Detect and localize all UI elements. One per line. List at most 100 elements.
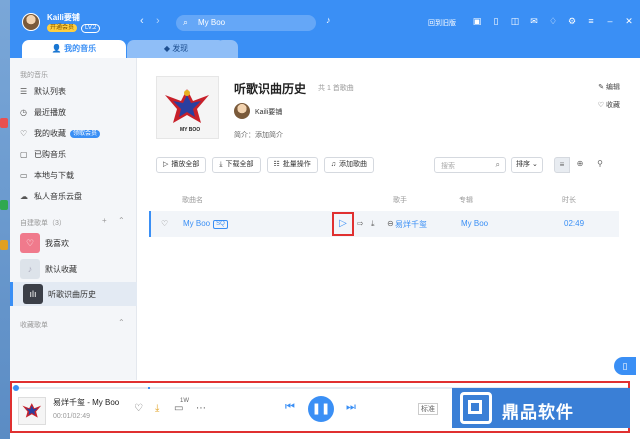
vip-promo-badge[interactable]: 领取会员 xyxy=(70,130,101,138)
song-title[interactable]: My Boo SQ xyxy=(183,219,228,229)
collapse-icon[interactable]: ⌃ xyxy=(118,318,125,327)
play-icon: ▷ xyxy=(339,218,347,229)
song-album[interactable]: My Boo xyxy=(461,219,488,228)
download-icon[interactable]: ⤓ xyxy=(155,403,159,414)
batch-label: 批量操作 xyxy=(282,161,311,168)
menu-icon[interactable]: ≡ xyxy=(586,16,596,27)
more-icon[interactable]: ⋯ xyxy=(196,403,206,414)
like-heart-icon[interactable]: ♡ xyxy=(161,219,168,228)
minimize-icon[interactable]: – xyxy=(605,16,615,27)
progress-handle[interactable] xyxy=(13,385,19,391)
search-icon: ⌕ xyxy=(495,160,500,169)
row-play-button[interactable]: ▷ xyxy=(332,212,354,236)
sidebar-item-cloud[interactable]: ☁ 私人音乐云盘 xyxy=(20,188,136,206)
column-duration: 时长 xyxy=(562,197,576,204)
shirt-icon[interactable]: ♢ xyxy=(548,16,558,27)
sidebar: 我的音乐 ☰ 默认列表 ◷ 最近播放 ♡ 我的收藏 领取会员 ▢ 已购音乐 ▭ 本地与下载 … xyxy=(10,58,137,380)
add-circle-icon[interactable]: ⊕ xyxy=(572,157,588,173)
tab-my-music[interactable]: 👤 我的音乐 xyxy=(22,40,126,58)
back-button[interactable]: ‹ xyxy=(140,15,144,27)
sidebar-item-favorites[interactable]: ♡ 我的收藏 领取会员 xyxy=(20,125,136,143)
more-icon[interactable]: ⊖ xyxy=(387,219,394,228)
mail-icon[interactable]: ✉ xyxy=(529,16,539,27)
comment-icon[interactable]: ▭ xyxy=(174,403,183,414)
search-input[interactable]: My Boo xyxy=(198,18,225,27)
download-icon: ⤓ xyxy=(219,161,223,168)
sidebar-item-label: 本地与下载 xyxy=(34,171,74,180)
settings-icon[interactable]: ⚙ xyxy=(567,16,577,27)
play-icon: ▷ xyxy=(163,161,169,168)
comment-count: 1W xyxy=(180,398,189,404)
old-version-button[interactable]: 回到旧版 xyxy=(428,18,456,28)
desktop-icon[interactable] xyxy=(0,200,8,210)
share-user-icon[interactable]: ⚲ xyxy=(592,157,608,173)
download-all-label: 下载全部 xyxy=(225,161,254,168)
collect-button[interactable]: ♡ 收藏 xyxy=(598,100,620,110)
cover-caption: MY BOO xyxy=(180,127,201,133)
song-artist[interactable]: 易烊千玺 xyxy=(395,219,427,230)
sort-dropdown[interactable]: 排序 ⌄ xyxy=(511,157,543,173)
table-row[interactable]: ♡ My Boo SQ 易烊千玺 My Boo 02:49 xyxy=(149,211,619,237)
chevron-down-icon: ⌄ xyxy=(531,161,538,168)
pause-icon: ❚❚ xyxy=(311,403,331,415)
download-all-button[interactable]: ⤓ 下载全部 xyxy=(212,157,261,173)
heart-icon: ♡ xyxy=(597,102,606,109)
playlist-title: 听歌识曲历史 xyxy=(234,82,307,96)
mobile-icon[interactable]: ▯ xyxy=(614,357,636,375)
pause-button[interactable]: ❚❚ xyxy=(308,396,334,422)
playlist-intro[interactable]: 简介：添加简介 xyxy=(234,130,283,140)
sidebar-item-local[interactable]: ▭ 本地与下载 xyxy=(20,167,136,185)
tab-extra[interactable] xyxy=(216,40,238,58)
add-playlist-icon[interactable]: + xyxy=(102,216,107,225)
list-view-icon[interactable]: ≡ xyxy=(554,157,570,173)
message-icon[interactable]: ▣ xyxy=(472,16,482,27)
previous-icon[interactable]: ⏮ xyxy=(285,401,295,414)
forward-button[interactable]: › xyxy=(156,15,160,27)
equalizer-icon: ılı xyxy=(23,284,43,304)
playlist-label: 我喜欢 xyxy=(45,238,69,248)
column-album: 专辑 xyxy=(459,197,473,204)
playlist-search-input[interactable]: 搜索 ⌕ xyxy=(434,157,506,173)
tab-discover[interactable]: ◆ 发现 xyxy=(127,40,225,58)
playlist-item-default-collect[interactable]: ♪ 默认收藏 xyxy=(20,257,136,281)
collapse-icon[interactable]: ⌃ xyxy=(118,216,125,225)
player-cover[interactable] xyxy=(18,397,46,425)
now-playing-title[interactable]: 易烊千玺 - My Boo xyxy=(53,397,119,408)
owner-name[interactable]: Kaili要铺 xyxy=(255,107,282,117)
desktop-icon[interactable] xyxy=(0,240,8,250)
collect-label: 收藏 xyxy=(606,102,620,109)
playlist-thumb: ♪ xyxy=(20,259,40,279)
batch-button[interactable]: ☷ 批量操作 xyxy=(266,157,318,173)
sidebar-item-label: 最近播放 xyxy=(34,108,66,117)
skin-icon[interactable]: ◫ xyxy=(510,16,520,27)
playback-time: 00:01/02:49 xyxy=(53,413,90,420)
playlist-toolbar: ▷ 播放全部 ⤓ 下载全部 ☷ 批量操作 ♫ 添加歌曲 xyxy=(156,157,375,173)
download-icon[interactable]: ⤓ xyxy=(371,219,375,229)
sidebar-item-default-list[interactable]: ☰ 默认列表 xyxy=(20,83,136,101)
tab-label: 发现 xyxy=(172,44,189,53)
play-all-button[interactable]: ▷ 播放全部 xyxy=(156,157,207,173)
level-badge: LV.2 xyxy=(81,24,101,33)
edit-button[interactable]: ✎ 编辑 xyxy=(598,82,620,92)
playlist-item-liked[interactable]: ♡ 我喜欢 xyxy=(20,231,136,255)
recognize-music-icon[interactable]: ♪ xyxy=(326,15,331,25)
close-icon[interactable]: ✕ xyxy=(624,16,634,27)
song-count: 共 1 首歌曲 xyxy=(318,85,354,92)
sidebar-item-purchased[interactable]: ▢ 已购音乐 xyxy=(20,146,136,164)
music-add-icon: ♫ xyxy=(330,161,337,168)
add-to-icon[interactable]: ⇨ xyxy=(357,219,364,228)
mini-player-icon[interactable]: ▯ xyxy=(491,16,501,27)
user-name[interactable]: Kaili要铺 xyxy=(47,12,80,23)
add-song-button[interactable]: ♫ 添加歌曲 xyxy=(323,157,375,173)
vip-badge[interactable]: 开通会员 xyxy=(47,24,78,32)
owner-avatar[interactable] xyxy=(234,103,250,119)
search-box[interactable]: ⌕ My Boo xyxy=(176,15,316,31)
playlist-item-recognition-history[interactable]: ılı 听歌识曲历史 xyxy=(10,282,137,306)
user-avatar[interactable] xyxy=(22,13,40,31)
next-icon[interactable]: ⏭ xyxy=(346,401,356,414)
desktop-icon[interactable] xyxy=(0,118,8,128)
like-heart-icon[interactable]: ♡ xyxy=(134,403,143,414)
sidebar-item-recent[interactable]: ◷ 最近播放 xyxy=(20,104,136,122)
column-artist: 歌手 xyxy=(393,197,407,204)
quality-selector[interactable]: 标准 xyxy=(418,403,438,415)
